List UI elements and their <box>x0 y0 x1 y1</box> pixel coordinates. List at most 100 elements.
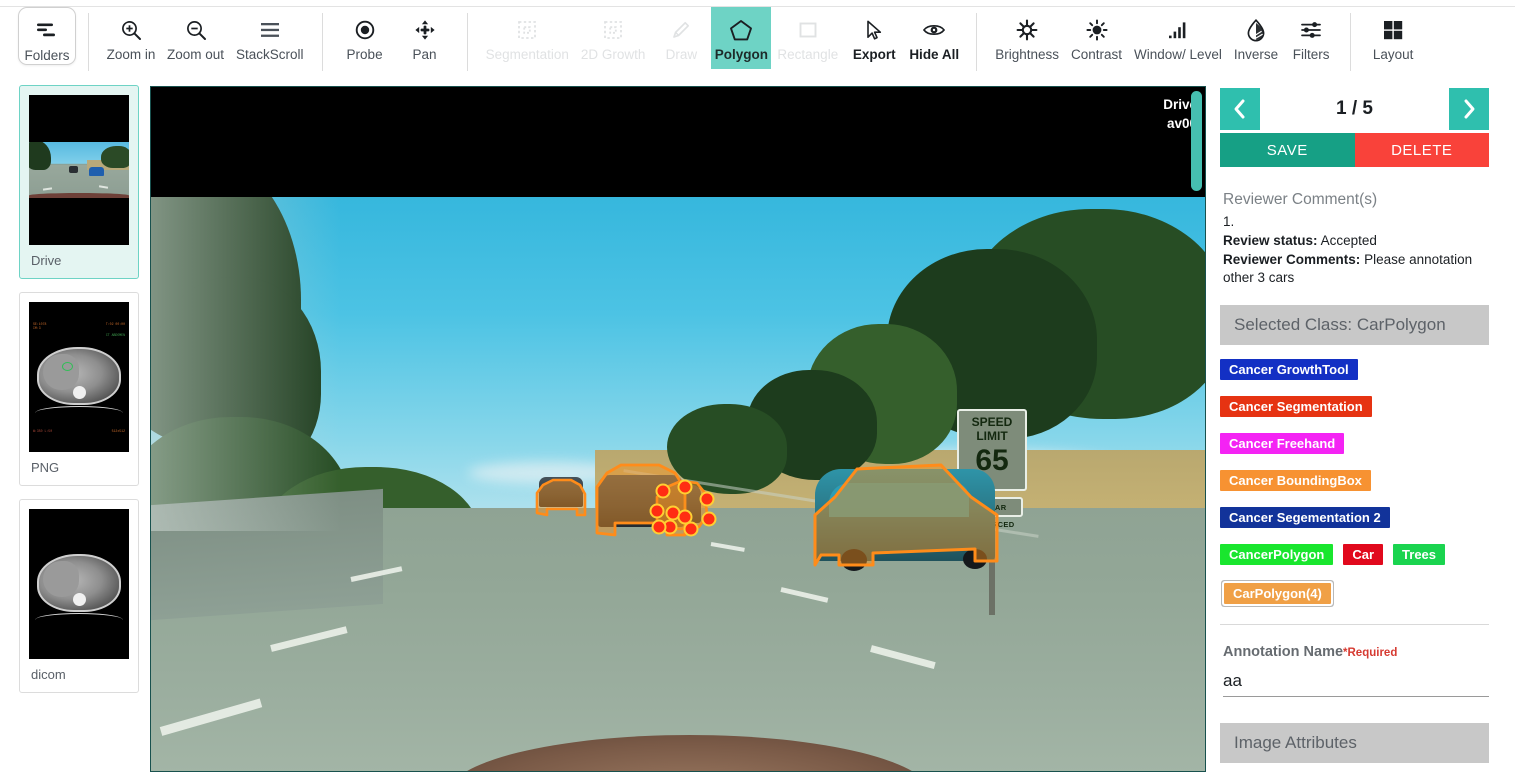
sidebar-item-drive[interactable]: Drive <box>19 85 139 279</box>
sidebar-item-label: Drive <box>31 253 62 268</box>
window-level-button[interactable]: Window/ Level <box>1128 7 1228 69</box>
rectangle-button[interactable]: Rectangle <box>771 7 844 69</box>
ct-spine <box>73 386 86 399</box>
chevron-left-icon <box>1234 99 1245 119</box>
reviewer-comments-key: Reviewer Comments: <box>1223 252 1361 267</box>
review-status-key: Review status: <box>1223 233 1318 248</box>
ct-overlay-text: IM:3 <box>33 326 41 330</box>
probe-label: Probe <box>346 47 383 62</box>
zoom-in-button[interactable]: Zoom in <box>101 7 161 69</box>
delete-button[interactable]: DELETE <box>1354 133 1489 167</box>
eye-icon <box>922 15 946 45</box>
driving-scene: SPEED LIMIT 65 RADAR ENFORCED <box>151 197 1206 772</box>
class-tag-cancerpolygon[interactable]: CancerPolygon <box>1220 544 1334 565</box>
layout-button[interactable]: Layout <box>1363 7 1423 69</box>
image-attributes-bar[interactable]: Image Attributes <box>1220 723 1489 763</box>
contrast-button[interactable]: Contrast <box>1065 7 1128 69</box>
ct-liver <box>43 354 79 390</box>
annotation-vertex[interactable] <box>651 519 667 535</box>
annotation-vertex[interactable] <box>677 479 693 495</box>
class-tag-cancer-segmentation[interactable]: Cancer Segmentation <box>1220 396 1372 417</box>
thumb-car-dark <box>69 166 78 173</box>
annotation-vertex[interactable] <box>683 521 699 537</box>
annotation-vertex[interactable] <box>699 491 715 507</box>
class-tag-cancer-freehand[interactable]: Cancer Freehand <box>1220 433 1345 454</box>
2d-growth-label: 2D Growth <box>580 47 646 62</box>
annotation-polygon-car-teal[interactable] <box>813 463 999 567</box>
viewport-scrollbar-track[interactable] <box>1191 87 1204 771</box>
series-sidebar[interactable]: Drive SE:1078 IM:3 T:02 00:00 CT ABDOMEN… <box>0 85 150 772</box>
brightness-button[interactable]: Brightness <box>989 7 1065 69</box>
zoom-in-icon <box>120 15 142 45</box>
annotation-name-field-group: Annotation Name*Required <box>1223 643 1489 697</box>
inverse-button[interactable]: Inverse <box>1228 7 1284 69</box>
next-image-button[interactable] <box>1449 88 1489 130</box>
toolbar-group-navigation: Zoom in Zoom out StackScroll <box>101 7 310 69</box>
2d-growth-button[interactable]: 2D Growth <box>575 7 652 69</box>
zoom-out-icon <box>185 15 207 45</box>
annotation-polygon-car-left[interactable] <box>535 478 587 517</box>
annotation-overlay[interactable] <box>151 197 1206 772</box>
annotation-vertex[interactable] <box>649 503 665 519</box>
class-tag-cancer-boundingbox[interactable]: Cancer BoundingBox <box>1220 470 1371 491</box>
folders-button[interactable]: Folders <box>18 7 76 65</box>
segmentation-icon <box>516 15 538 45</box>
annotation-name-label: Annotation Name <box>1223 644 1344 660</box>
segmentation-button[interactable]: Segmentation <box>480 7 575 69</box>
save-button[interactable]: SAVE <box>1220 133 1355 167</box>
class-tag-car[interactable]: Car <box>1343 544 1384 565</box>
letterbox-top <box>151 87 1205 197</box>
page-indicator[interactable]: 1 / 5 <box>1260 88 1449 130</box>
ct-overlay-text: W:350 L:50 <box>33 429 53 433</box>
toolbar-group-file: Folders <box>18 7 76 69</box>
folders-icon <box>35 16 59 46</box>
class-tag-cancer-growthtool[interactable]: Cancer GrowthTool <box>1220 359 1358 380</box>
probe-button[interactable]: Probe <box>335 7 395 69</box>
draw-button[interactable]: Draw <box>651 7 711 69</box>
export-button[interactable]: Export <box>844 7 904 69</box>
sidebar-item-png[interactable]: SE:1078 IM:3 T:02 00:00 CT ABDOMEN W:350… <box>19 292 139 486</box>
hide-all-label: Hide All <box>909 47 960 62</box>
ct-overlay-text: CT ABDOMEN <box>105 333 125 337</box>
review-status-line: Review status: Accepted <box>1223 232 1485 250</box>
polygon-button[interactable]: Polygon <box>711 7 772 69</box>
sidebar-item-dicom[interactable]: dicom <box>19 499 139 693</box>
brightness-icon <box>1015 15 1039 45</box>
stackscroll-button[interactable]: StackScroll <box>230 7 310 69</box>
pan-label: Pan <box>412 47 437 62</box>
class-tag-trees[interactable]: Trees <box>1393 544 1446 565</box>
inverse-label: Inverse <box>1233 47 1279 62</box>
selected-class-bar: Selected Class: CarPolygon <box>1220 305 1489 345</box>
inverse-drop-icon <box>1245 15 1267 45</box>
segmentation-label: Segmentation <box>485 47 569 62</box>
pan-button[interactable]: Pan <box>395 7 455 69</box>
hide-all-button[interactable]: Hide All <box>904 7 964 69</box>
rectangle-icon <box>797 15 819 45</box>
thumb-car-blue <box>89 167 104 176</box>
sidebar-item-label: PNG <box>31 460 60 475</box>
image-viewport[interactable]: Drive av00 SPEED LIMIT 65 <box>150 86 1206 772</box>
class-tag-cancer-segementation-2[interactable]: Cancer Segementation 2 <box>1220 507 1390 528</box>
annotation-name-input[interactable] <box>1223 669 1489 697</box>
viewport-scrollbar-thumb[interactable] <box>1191 91 1202 191</box>
window-level-label: Window/ Level <box>1134 47 1222 62</box>
annotation-vertex[interactable] <box>701 511 717 527</box>
rectangle-label: Rectangle <box>777 47 839 62</box>
class-tag-carpolygon[interactable]: CarPolygon(4) <box>1222 581 1333 606</box>
annotation-vertex[interactable] <box>677 509 693 525</box>
bars-icon <box>1166 15 1190 45</box>
thumbnail-png: SE:1078 IM:3 T:02 00:00 CT ABDOMEN W:350… <box>29 302 129 452</box>
thumb-tree-right <box>101 146 129 168</box>
zoom-out-button[interactable]: Zoom out <box>161 7 230 69</box>
ct-overlay-text: T:02 00:00 <box>105 322 125 326</box>
filters-icon <box>1299 15 1323 45</box>
toolbar-group-annotation: Segmentation 2D Growth Draw Polygon Rect… <box>480 7 965 69</box>
draw-label: Draw <box>665 47 698 62</box>
annotation-vertex[interactable] <box>655 483 671 499</box>
filters-button[interactable]: Filters <box>1284 7 1338 69</box>
annotation-name-required: *Required <box>1343 647 1398 659</box>
reviewer-comments-title: Reviewer Comment(s) <box>1223 191 1378 208</box>
thumbnail-ct-plain <box>29 509 129 659</box>
pencil-icon <box>670 15 692 45</box>
prev-image-button[interactable] <box>1220 88 1260 130</box>
